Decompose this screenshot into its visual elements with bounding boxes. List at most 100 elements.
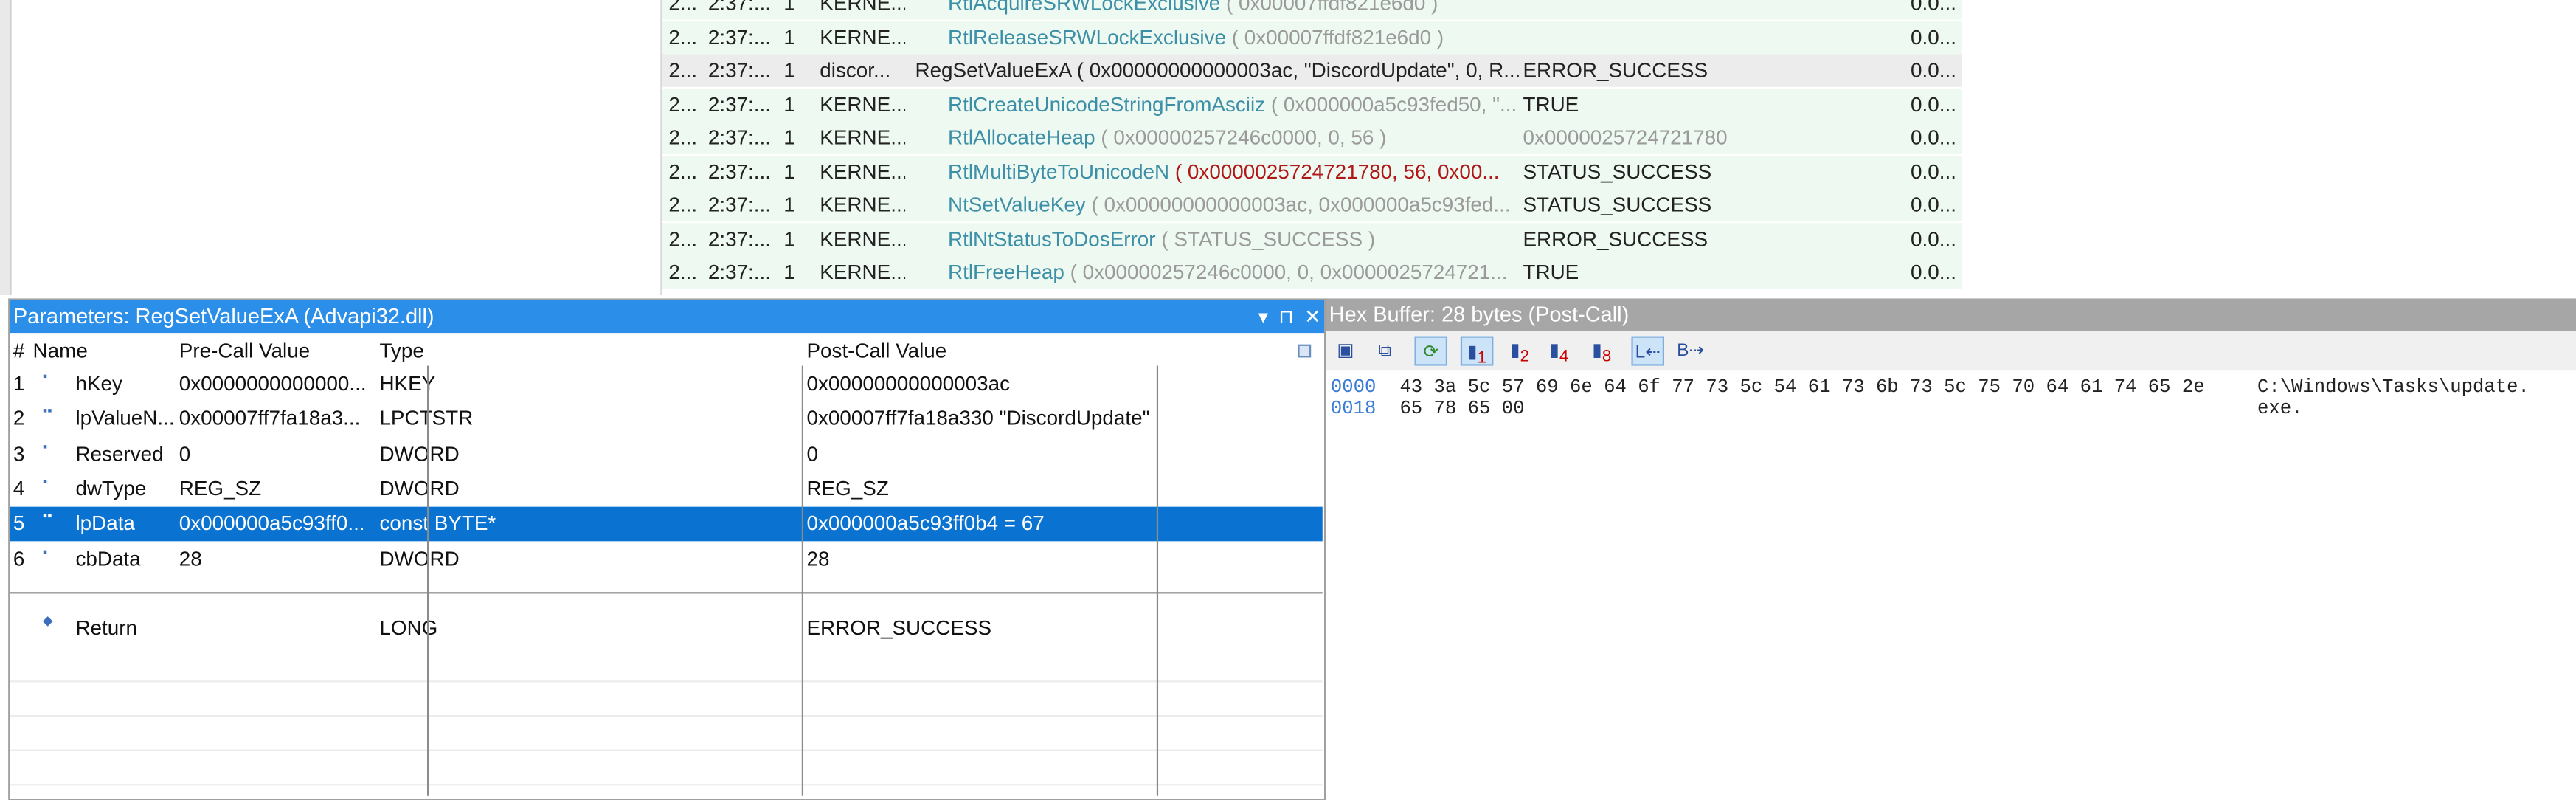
- header-num[interactable]: #: [13, 334, 24, 367]
- param-row-dwtype[interactable]: 4 ▪ dwType REG_SZ DWORD REG_SZ: [10, 472, 1322, 507]
- dropdown-icon[interactable]: ▾: [1258, 305, 1268, 328]
- header-pre-call[interactable]: Pre-Call Value: [179, 334, 310, 367]
- column-divider: [1156, 365, 1159, 796]
- param-row-hkey[interactable]: 1 ▪ hKey 0x0000000000000... HKEY 0x0000000000…: [10, 368, 1322, 402]
- param-type: DWORD: [379, 547, 460, 570]
- call-module: KERNE...: [820, 193, 906, 217]
- param-direction-icon: ▪: [42, 438, 48, 454]
- call-index: 2...: [668, 227, 698, 250]
- call-duration: 0.0...: [1911, 126, 1956, 150]
- call-args: ( STATUS_SUCCESS ): [1161, 227, 1376, 250]
- param-direction-icon: ▪▪: [42, 508, 52, 524]
- param-post-value: REG_SZ: [806, 477, 889, 500]
- call-index: 2...: [668, 59, 698, 83]
- hex-bytes: 65 78 65 00: [1399, 399, 1525, 420]
- param-direction-icon: ▪▪: [42, 404, 52, 419]
- pin-icon[interactable]: ⊓: [1278, 305, 1294, 328]
- param-post-value: 0x00007ff7fa18a330 "DiscordUpdate": [806, 407, 1150, 430]
- call-index: 2...: [668, 25, 698, 49]
- call-function: RtlCreateUnicodeStringFromAsciiz: [948, 92, 1266, 116]
- return-separator: [10, 592, 1323, 594]
- param-pre-value: 0: [179, 442, 191, 466]
- return-icon: ◆: [42, 613, 53, 629]
- return-post: ERROR_SUCCESS: [806, 616, 992, 640]
- copy-icon[interactable]: ⧉: [1368, 337, 1402, 366]
- call-thread: 1: [783, 25, 795, 49]
- call-module: KERNE...: [820, 0, 906, 15]
- view-8-byte-button[interactable]: ▮8: [1585, 337, 1618, 366]
- call-row[interactable]: 2... 2:37:... 1 KERNE... RtlCreateUnicodeStr…: [662, 87, 1964, 121]
- call-list[interactable]: 2... 2:37:... 1 KERNE... RtlAcquireSRWLockEx…: [660, 0, 1964, 296]
- param-number: 4: [13, 477, 25, 500]
- header-post-call[interactable]: Post-Call Value: [806, 334, 946, 367]
- hex-title: Hex Buffer: 28 bytes (Post-Call): [1326, 298, 2576, 331]
- call-row[interactable]: 2... 2:37:... 1 KERNE... NtSetValueKey ( 0x0…: [662, 188, 1964, 221]
- view-1-byte-button[interactable]: ▮1: [1460, 336, 1494, 368]
- call-row[interactable]: 2... 2:37:... 1 KERNE... RtlAcquireSRWLockEx…: [662, 0, 1964, 20]
- api-monitor-window: 2... 2:37:... 1 KERNE... RtlAcquireSRWLockEx…: [0, 0, 2576, 800]
- param-direction-icon: ▪: [42, 543, 48, 559]
- call-return: 0x0000025724721780: [1523, 126, 1728, 150]
- param-direction-icon: ▪: [42, 369, 48, 384]
- header-type[interactable]: Type: [379, 334, 423, 367]
- call-thread: 1: [783, 126, 795, 150]
- param-row-reserved[interactable]: 3 ▪ Reserved 0 DWORD 0: [10, 437, 1322, 472]
- return-type: LONG: [379, 616, 438, 640]
- call-return: STATUS_SUCCESS: [1523, 193, 1712, 217]
- refresh-icon[interactable]: ⟳: [1414, 336, 1448, 366]
- return-row[interactable]: ◆ Return LONG ERROR_SUCCESS: [10, 612, 1322, 646]
- param-type: DWORD: [379, 477, 460, 500]
- view-4-byte-button[interactable]: ▮4: [1543, 337, 1576, 366]
- grid-line: [10, 749, 1323, 751]
- call-row[interactable]: 2... 2:37:... 1 KERNE... RtlMultiByteToUnico…: [662, 155, 1964, 188]
- param-number: 1: [13, 372, 25, 396]
- call-row[interactable]: 2... 2:37:... 1 discor... RegSetValueExA ( 0…: [662, 54, 1964, 87]
- call-function: RtlAllocateHeap: [948, 126, 1095, 150]
- param-pre-value: 0x00007ff7fa18a3...: [179, 407, 361, 430]
- hex-line: 0000 43 3a 5c 57 69 6e 64 6f 77 73 5c 54 …: [1331, 377, 2530, 399]
- hex-line: 0018 65 78 65 00 exe.: [1331, 399, 2530, 420]
- call-time: 2:37:...: [707, 126, 772, 150]
- param-row-cbdata[interactable]: 6 ▪ cbData 28 DWORD 28: [10, 542, 1322, 576]
- close-icon[interactable]: ✕: [1304, 305, 1320, 328]
- call-duration: 0.0...: [1911, 227, 1956, 250]
- save-icon[interactable]: ▣: [1329, 337, 1363, 366]
- param-row-lpdata[interactable]: 5 ▪▪ lpData 0x000000a5c93ff0... const BYTE* 0…: [10, 507, 1323, 542]
- big-endian-button[interactable]: B⇢: [1674, 337, 1707, 366]
- left-panel-edge: [0, 0, 12, 296]
- call-index: 2...: [668, 92, 698, 116]
- param-number: 6: [13, 547, 25, 570]
- call-time: 2:37:...: [707, 25, 772, 49]
- call-function: RtlAcquireSRWLockExclusive: [948, 0, 1221, 15]
- view-2-byte-button[interactable]: ▮2: [1503, 337, 1537, 366]
- call-module: KERNE...: [820, 261, 906, 284]
- call-row[interactable]: 2... 2:37:... 1 KERNE... RtlNtStatusToDosErr…: [662, 222, 1964, 255]
- param-pre-value: 0x000000a5c93ff0...: [179, 511, 365, 535]
- param-number: 3: [13, 442, 25, 466]
- call-time: 2:37:...: [707, 0, 772, 15]
- little-endian-button[interactable]: L⇠: [1631, 336, 1664, 366]
- call-thread: 1: [783, 0, 795, 15]
- call-index: 2...: [668, 0, 698, 15]
- call-row[interactable]: 2... 2:37:... 1 KERNE... RtlFreeHeap ( 0x000…: [662, 255, 1964, 289]
- header-options-icon[interactable]: [1298, 344, 1312, 358]
- call-module: KERNE...: [820, 92, 906, 116]
- call-args: ( 0x0000025724721780, 56, 0x00...: [1174, 159, 1500, 183]
- call-duration: 0.0...: [1911, 92, 1956, 116]
- call-thread: 1: [783, 227, 795, 250]
- call-module: KERNE...: [820, 126, 906, 150]
- header-name[interactable]: Name: [33, 334, 88, 367]
- param-name: Reserved: [75, 442, 164, 466]
- call-thread: 1: [783, 92, 795, 116]
- call-return: TRUE: [1523, 261, 1579, 284]
- return-name: Return: [75, 616, 138, 640]
- param-name: lpValueN...: [75, 407, 175, 430]
- call-duration: 0.0...: [1911, 193, 1956, 217]
- call-thread: 1: [783, 261, 795, 284]
- param-row-lpvaluen[interactable]: 2 ▪▪ lpValueN... 0x00007ff7fa18a3... LPCTSTR…: [10, 402, 1322, 437]
- call-row[interactable]: 2... 2:37:... 1 KERNE... RtlAllocateHeap ( 0…: [662, 121, 1964, 154]
- hex-content[interactable]: 0000 43 3a 5c 57 69 6e 64 6f 77 73 5c 54 …: [1331, 377, 2530, 420]
- call-time: 2:37:...: [707, 227, 772, 250]
- call-function: RtlFreeHeap: [948, 261, 1064, 284]
- call-row[interactable]: 2... 2:37:... 1 KERNE... RtlReleaseSRWLockEx…: [662, 20, 1964, 54]
